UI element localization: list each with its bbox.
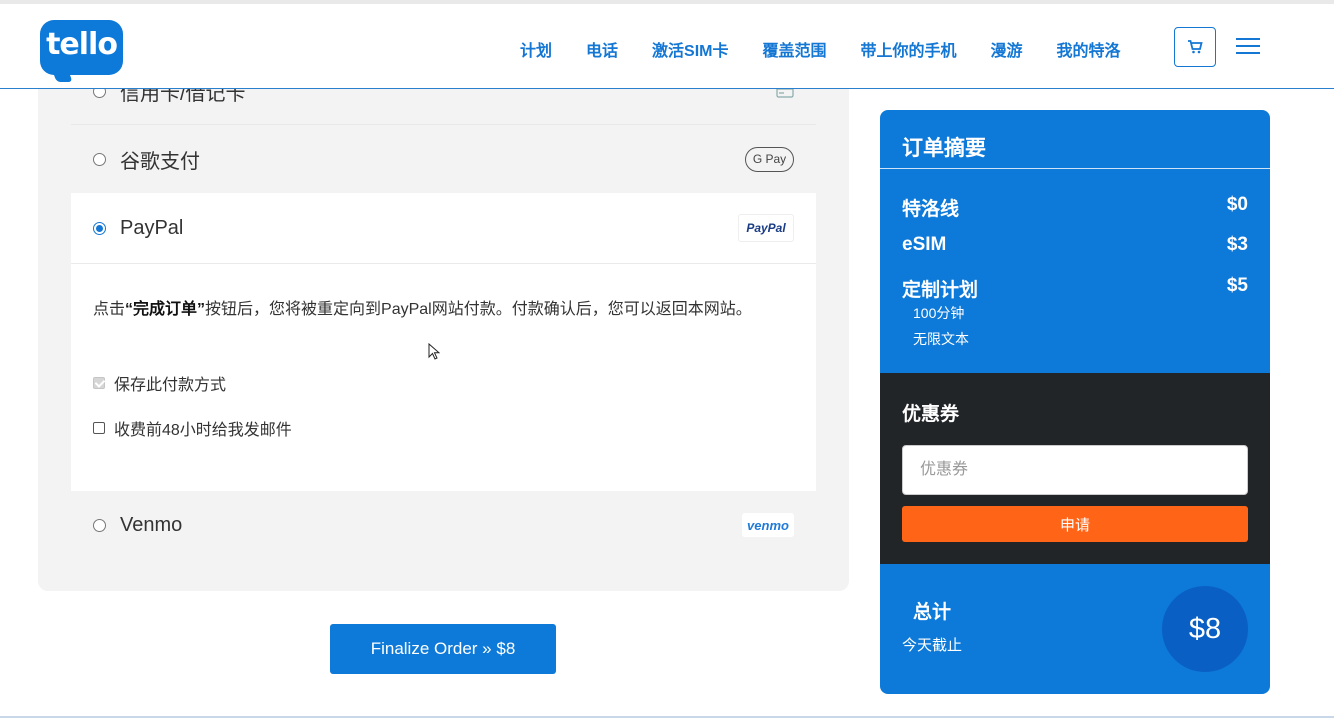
email-reminder-checkbox[interactable] (93, 422, 105, 434)
order-summary-panel: 订单摘要 特洛线 $0 eSIM $3 定制计划 $5 100分钟 无限文本 优… (880, 110, 1270, 694)
summary-line-label: 定制计划 (902, 280, 979, 301)
paypal-expanded-section: PayPal PayPal 点击“完成订单”按钮后，您将被重定向到PayPal网… (71, 193, 816, 491)
nav-item-coverage[interactable]: 覆盖范围 (762, 37, 826, 61)
hamburger-menu-icon[interactable] (1236, 38, 1260, 56)
paypal-desc-bold: “完成订单” (125, 301, 206, 318)
payment-option-googlepay[interactable]: 谷歌支付 G Pay (71, 146, 816, 173)
summary-line-label: eSIM (902, 234, 947, 255)
radio-venmo[interactable] (93, 518, 106, 532)
tello-logo[interactable]: tello (40, 20, 123, 82)
nav-item-my-tello[interactable]: 我的特洛 (1057, 37, 1121, 61)
paypal-logo: PayPal (738, 214, 794, 242)
paypal-desc-prefix: 点击 (93, 301, 126, 318)
nav-item-roaming[interactable]: 漫游 (991, 37, 1023, 61)
cart-button[interactable] (1174, 27, 1216, 67)
email-reminder-option[interactable]: 收费前48小时给我发邮件 (93, 416, 292, 440)
payment-label-googlepay: 谷歌支付 (120, 150, 200, 173)
total-label: 总计 (913, 602, 952, 623)
radio-paypal[interactable] (93, 221, 106, 235)
save-method-option[interactable]: 保存此付款方式 (93, 371, 226, 395)
summary-line-price: $3 (1226, 234, 1248, 255)
paypal-desc-suffix: 按钮后，您将被重定向到PayPal网站付款。付款确认后，您可以返回本网站。 (205, 301, 752, 318)
finalize-order-button[interactable]: Finalize Order » $8 (330, 624, 556, 674)
plan-detail-texts: 无限文本 (913, 331, 969, 347)
nav-item-phones[interactable]: 电话 (586, 37, 618, 61)
payment-option-paypal[interactable]: PayPal PayPal (71, 214, 816, 242)
divider (71, 263, 816, 264)
paypal-description: 点击“完成订单”按钮后，您将被重定向到PayPal网站付款。付款确认后，您可以返… (93, 297, 783, 323)
nav-item-byop[interactable]: 带上你的手机 (861, 37, 957, 61)
email-reminder-label: 收费前48小时给我发邮件 (114, 422, 292, 439)
coupon-title: 优惠券 (902, 404, 960, 425)
cart-icon (1188, 40, 1203, 54)
site-header: tello 计划 电话 激活SIM卡 覆盖范围 带上你的手机 漫游 我的特洛 (0, 4, 1334, 89)
summary-line-esim: eSIM $3 (902, 234, 1248, 256)
venmo-logo: venmo (742, 513, 794, 537)
payment-label-paypal: PayPal (120, 216, 184, 239)
nav-item-plans[interactable]: 计划 (520, 37, 552, 61)
google-pay-logo-text: G Pay (752, 152, 787, 166)
page-bottom-edge (0, 716, 1334, 718)
payment-methods-panel: 信用卡/借记卡 谷歌支付 G Pay PayPal PayPal 点击“完成订单… (38, 60, 849, 591)
summary-line-price: $5 (1226, 275, 1248, 296)
summary-line-custom-plan: 定制计划 $5 (902, 275, 1248, 302)
total-amount: $8 (1162, 586, 1248, 672)
coupon-input[interactable] (902, 445, 1248, 495)
summary-line-tello-line: 特洛线 $0 (902, 194, 1248, 221)
coupon-section: 优惠券 申请 (880, 373, 1270, 564)
logo-tail (51, 68, 73, 82)
nav-item-activate-sim[interactable]: 激活SIM卡 (652, 37, 728, 61)
apply-coupon-button[interactable]: 申请 (902, 506, 1248, 542)
summary-line-label: 特洛线 (902, 199, 960, 220)
google-pay-logo: G Pay (745, 146, 794, 172)
summary-line-price: $0 (1226, 194, 1248, 215)
save-method-label: 保存此付款方式 (114, 377, 227, 394)
total-due-today: 今天截止 (902, 637, 963, 654)
save-method-checkbox[interactable] (93, 377, 105, 389)
paypal-logo-text: PayPal (746, 221, 786, 235)
divider (71, 124, 816, 125)
mouse-cursor-icon (428, 343, 440, 360)
payment-label-venmo: Venmo (120, 513, 183, 536)
venmo-logo-text: venmo (747, 517, 789, 533)
payment-option-venmo[interactable]: Venmo venmo (71, 512, 816, 538)
logo-text: tello (46, 27, 118, 62)
plan-detail-minutes: 100分钟 (913, 305, 965, 321)
main-nav: 计划 电话 激活SIM卡 覆盖范围 带上你的手机 漫游 我的特洛 (520, 37, 1155, 61)
order-summary-title: 订单摘要 (880, 110, 1270, 169)
radio-googlepay[interactable] (93, 152, 106, 166)
